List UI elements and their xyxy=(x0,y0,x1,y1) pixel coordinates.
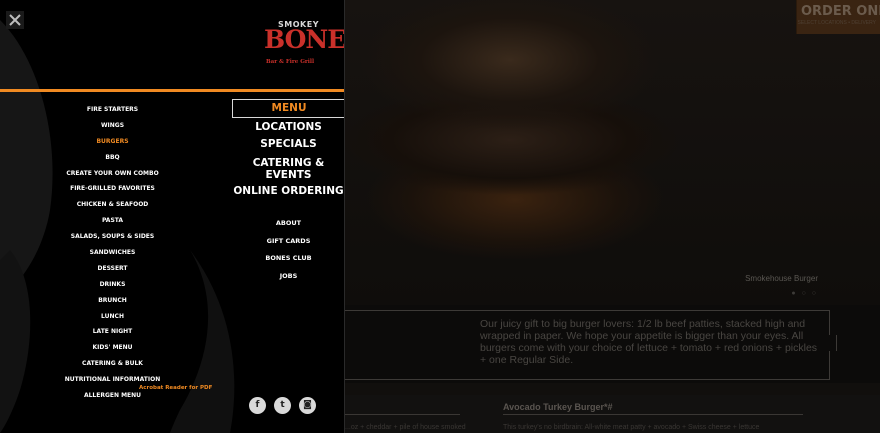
close-button[interactable] xyxy=(6,11,24,29)
menu-item-burgers[interactable]: BURGERS xyxy=(50,134,175,150)
menu-item-lunch[interactable]: LUNCH xyxy=(50,309,175,325)
divider xyxy=(503,414,803,415)
menu-item-pasta[interactable]: PASTA xyxy=(50,213,175,229)
smokey-bones-logo[interactable]: SMOKEY BONES Bar & Fire Grill xyxy=(264,19,344,73)
logo-bones-text: BONES xyxy=(264,25,345,54)
nav-catering-line2: EVENTS xyxy=(265,169,312,181)
menu-item-kids-menu[interactable]: KIDS' MENU xyxy=(50,340,175,356)
nav-bones-club[interactable]: BONES CLUB xyxy=(232,250,344,268)
secondary-navigation: ABOUT GIFT CARDS BONES CLUB JOBS xyxy=(232,215,344,286)
nav-menu[interactable]: MENU xyxy=(232,99,344,118)
nav-jobs[interactable]: JOBS xyxy=(232,268,344,286)
menu-item-bbq[interactable]: BBQ xyxy=(50,150,175,166)
instagram-button[interactable]: ◙ xyxy=(299,397,316,414)
close-icon xyxy=(9,14,21,26)
menu-item-drinks[interactable]: DRINKS xyxy=(50,277,175,293)
facebook-icon: f xyxy=(255,400,260,410)
divider xyxy=(345,414,460,415)
menu-item-title[interactable]: Avocado Turkey Burger*# xyxy=(503,402,613,412)
orange-divider xyxy=(0,89,344,92)
logo-tagline: Bar & Fire Grill xyxy=(266,59,315,65)
facebook-button[interactable]: f xyxy=(249,397,266,414)
background-page: ORDER ONLINE SELECT LOCATIONS • DELIVERY… xyxy=(345,0,880,433)
carousel-dots[interactable]: ● ○ ○ xyxy=(791,290,818,297)
menu-item-description: ...oz + cheddar + pile of house smoked xyxy=(345,424,466,431)
order-online-subtext: SELECT LOCATIONS • DELIVERY xyxy=(797,20,876,26)
menu-item-sandwiches[interactable]: SANDWICHES xyxy=(50,245,175,261)
menu-item-wings[interactable]: WINGS xyxy=(50,118,175,134)
menu-item-salads-soups-sides[interactable]: SALADS, SOUPS & SIDES xyxy=(50,229,175,245)
menu-item-chicken-seafood[interactable]: CHICKEN & SEAFOOD xyxy=(50,197,175,213)
menu-category-list: FIRE STARTERS WINGS BURGERS BBQ CREATE Y… xyxy=(50,102,175,404)
menu-item-description: This turkey's no birdbrain: All-white me… xyxy=(503,424,760,431)
main-navigation: MENU LOCATIONS SPECIALS CATERING & EVENT… xyxy=(232,99,344,200)
nav-online-ordering[interactable]: ONLINE ORDERING xyxy=(232,183,344,200)
navigation-overlay: SMOKEY BONES Bar & Fire Grill FIRE START… xyxy=(0,0,345,433)
hero-caption: Smokehouse Burger xyxy=(745,274,818,283)
menu-item-catering-bulk[interactable]: CATERING & BULK xyxy=(50,356,175,372)
nav-gift-cards[interactable]: GIFT CARDS xyxy=(232,233,344,251)
order-online-label: ORDER ONLINE xyxy=(801,4,880,19)
menu-item-fire-grilled-favorites[interactable]: FIRE-GRILLED FAVORITES xyxy=(50,181,175,197)
order-online-button[interactable]: ORDER ONLINE xyxy=(796,0,880,34)
menu-item-brunch[interactable]: BRUNCH xyxy=(50,293,175,309)
nav-catering-line1: CATERING & xyxy=(252,157,325,169)
twitter-icon: t xyxy=(280,400,285,410)
menu-item-late-night[interactable]: LATE NIGHT xyxy=(50,324,175,340)
menu-item-dessert[interactable]: DESSERT xyxy=(50,261,175,277)
nav-locations[interactable]: LOCATIONS xyxy=(232,119,344,136)
nav-catering-events[interactable]: CATERING & EVENTS xyxy=(232,153,344,183)
twitter-button[interactable]: t xyxy=(274,397,291,414)
nav-about[interactable]: ABOUT xyxy=(232,215,344,233)
nav-specials[interactable]: SPECIALS xyxy=(232,136,344,153)
hero-image-burger xyxy=(345,0,880,305)
menu-item-fire-starters[interactable]: FIRE STARTERS xyxy=(50,102,175,118)
burger-description: Our juicy gift to big burger lovers: 1/2… xyxy=(480,318,818,366)
instagram-icon: ◙ xyxy=(303,400,312,410)
description-frame-notch xyxy=(827,335,837,351)
acrobat-reader-link[interactable]: Acrobat Reader for PDF xyxy=(139,385,212,391)
menu-item-create-your-own-combo[interactable]: CREATE YOUR OWN COMBO xyxy=(50,166,175,182)
